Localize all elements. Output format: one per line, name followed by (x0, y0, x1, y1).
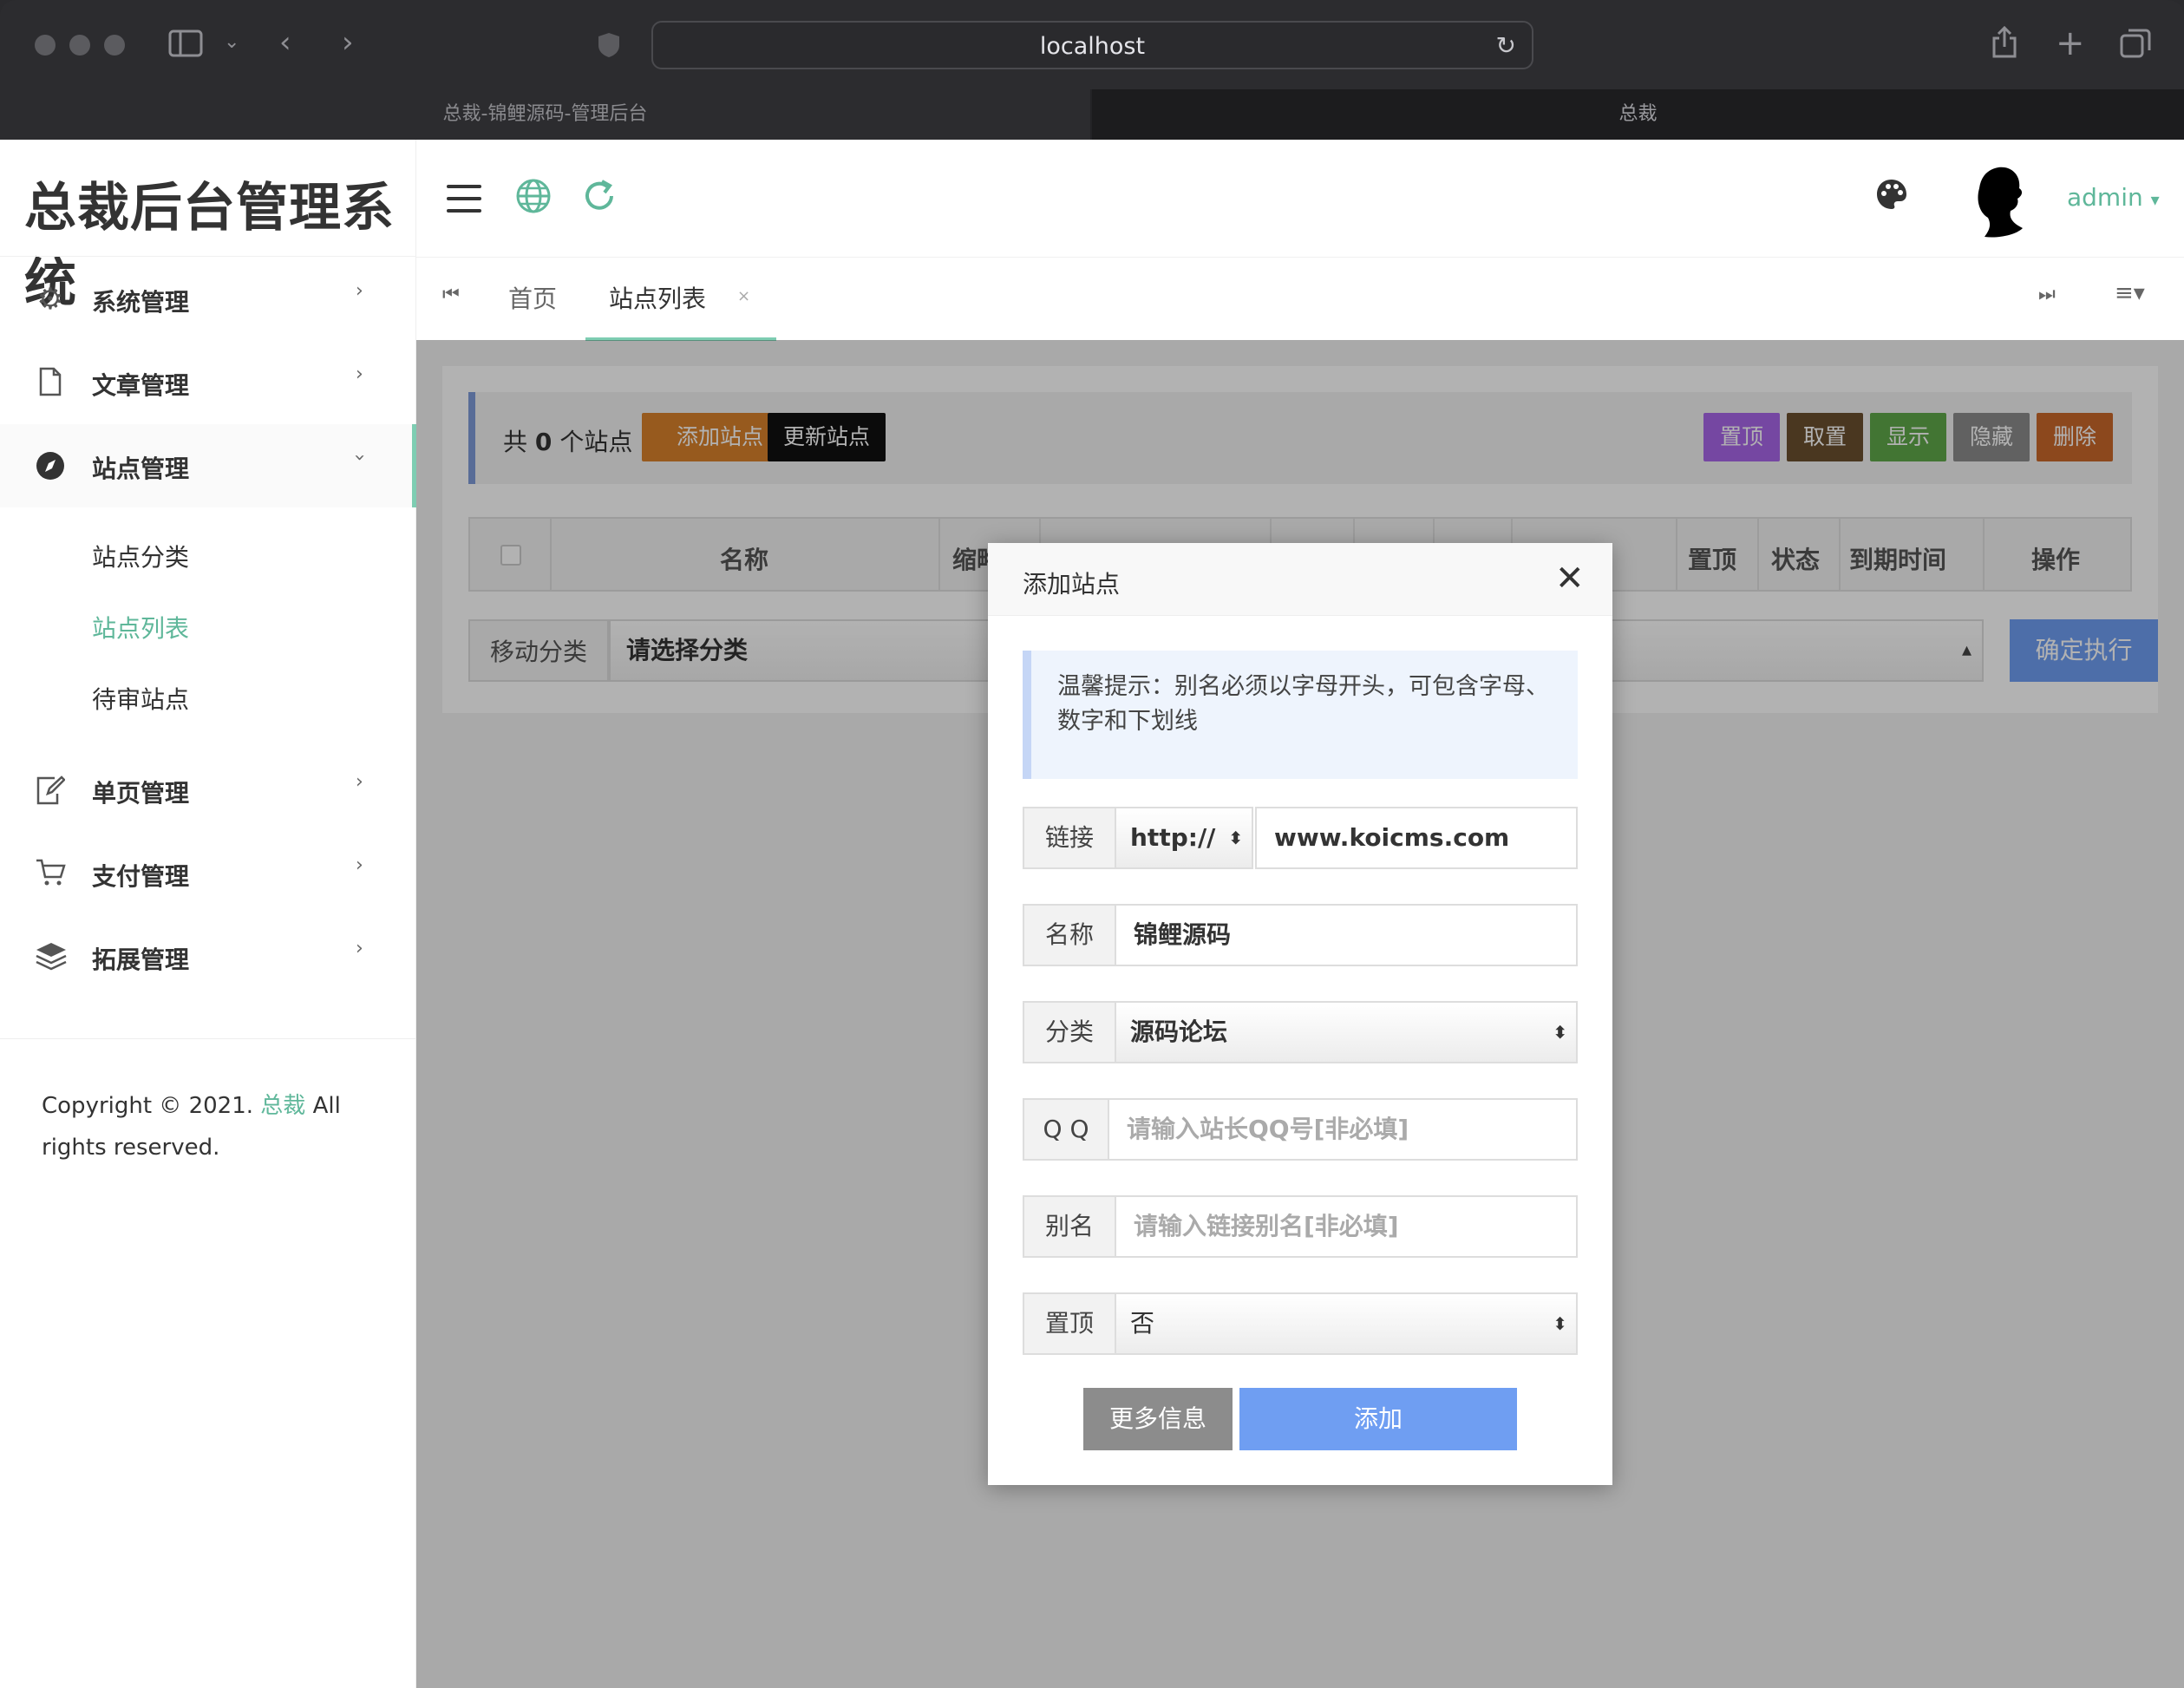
select-arrows-icon: ⬍ (1553, 1022, 1567, 1043)
tab-home[interactable]: 首页 (508, 280, 557, 315)
shield-icon[interactable] (597, 31, 621, 64)
sidebar-item-label: 单页管理 (92, 779, 190, 808)
tab-site-list[interactable]: 站点列表 (609, 280, 706, 315)
compass-icon (35, 450, 66, 481)
tip-box: 温馨提示：别名必须以字母开头，可包含字母、数字和下划线 (1023, 651, 1578, 779)
close-window-button[interactable] (35, 35, 56, 56)
more-info-button[interactable]: 更多信息 (1083, 1388, 1233, 1450)
share-icon[interactable] (1991, 25, 2017, 64)
palette-icon[interactable] (1875, 178, 1908, 217)
link-label: 链接 (1023, 807, 1116, 869)
gear-icon: ⚙ (36, 282, 64, 317)
select-arrows-icon: ⬍ (1553, 1313, 1567, 1334)
browser-tab-zongcai[interactable]: 总裁 (1092, 89, 2184, 140)
category-field: 分类 源码论坛 ⬍ (1023, 1001, 1578, 1063)
qq-input[interactable]: 请输入站长QQ号[非必填] (1108, 1098, 1578, 1161)
alias-field: 别名 请输入链接别名[非必填] (1023, 1195, 1578, 1258)
forward-icon[interactable]: › (342, 28, 354, 57)
copyright-brand-link[interactable]: 总裁 (260, 1093, 305, 1119)
link-input[interactable]: www.koicms.com (1255, 807, 1578, 869)
tab-scroll-left-icon[interactable]: ⏮ (442, 284, 460, 305)
pin-select[interactable]: 否 ⬍ (1115, 1292, 1578, 1355)
sidebar-item-label: 支付管理 (92, 862, 190, 891)
sidebar-item-payments[interactable]: 支付管理 › (0, 832, 416, 915)
layers-icon (35, 941, 67, 972)
refresh-icon[interactable] (581, 178, 618, 220)
cart-icon (35, 858, 66, 889)
protocol-select[interactable]: http:// ⬍ (1115, 807, 1253, 869)
sidebar-item-system[interactable]: ⚙ 系统管理 › (0, 258, 416, 341)
qq-label: Q Q (1023, 1098, 1109, 1161)
chevron-right-icon: › (356, 854, 363, 876)
add-site-modal: 添加站点 ✕ 温馨提示：别名必须以字母开头，可包含字母、数字和下划线 链接 ht… (988, 543, 1612, 1485)
chevron-right-icon: › (356, 771, 363, 793)
alias-label: 别名 (1023, 1195, 1116, 1258)
back-icon[interactable]: ‹ (279, 28, 291, 57)
name-field: 名称 锦鲤源码 (1023, 904, 1578, 966)
qq-field: Q Q 请输入站长QQ号[非必填] (1023, 1098, 1578, 1161)
sidebar-item-label: 文章管理 (92, 371, 190, 400)
caret-down-icon: ▾ (2150, 189, 2160, 210)
link-field: 链接 http:// ⬍ www.koicms.com (1023, 807, 1578, 869)
tab-close-icon[interactable]: × (737, 287, 750, 305)
add-button[interactable]: 添加 (1239, 1388, 1517, 1450)
user-menu[interactable]: admin ▾ (2067, 183, 2160, 212)
chevron-right-icon: › (356, 363, 363, 385)
globe-icon[interactable] (515, 178, 552, 220)
select-arrows-icon: ⬍ (1228, 828, 1243, 848)
browser-chrome: ⌄ ‹ › localhost ↻ + 总裁-锦鲤源码-管理后台 总裁 (0, 0, 2184, 140)
sidebar: 总裁后台管理系统 ⚙ 系统管理 › 文章管理 › 站点管理 › 站点分类 站点列… (0, 140, 416, 1688)
copyright: Copyright © 2021. 总裁 All rights reserved… (42, 1093, 341, 1161)
close-icon[interactable]: ✕ (1555, 559, 1585, 599)
sidebar-item-label: 系统管理 (92, 288, 190, 317)
chevron-down-icon: › (348, 454, 370, 461)
chevron-right-icon: › (356, 280, 363, 302)
document-icon (35, 367, 66, 398)
sidebar-item-label: 拓展管理 (92, 945, 190, 974)
top-header: admin ▾ (416, 140, 2184, 257)
sidebar-item-articles[interactable]: 文章管理 › (0, 341, 416, 424)
menu-toggle-icon[interactable] (447, 185, 481, 213)
pin-label: 置顶 (1023, 1292, 1116, 1355)
edit-page-icon (35, 775, 66, 806)
sidebar-item-extensions[interactable]: 拓展管理 › (0, 915, 416, 998)
sidebar-subitem-pending-sites[interactable]: 待审站点 (92, 681, 189, 716)
category-label: 分类 (1023, 1001, 1116, 1063)
browser-tabs: 总裁-锦鲤源码-管理后台 总裁 (0, 89, 2184, 140)
chevron-down-icon[interactable]: ⌄ (224, 33, 239, 52)
sidebar-item-pages[interactable]: 单页管理 › (0, 749, 416, 832)
sidebar-subitem-site-list[interactable]: 站点列表 (92, 610, 189, 644)
alias-input[interactable]: 请输入链接别名[非必填] (1115, 1195, 1578, 1258)
name-label: 名称 (1023, 904, 1116, 966)
sidebar-item-label: 站点管理 (92, 455, 190, 483)
zoom-window-button[interactable] (104, 35, 125, 56)
name-input[interactable]: 锦鲤源码 (1115, 904, 1578, 966)
chevron-right-icon: › (356, 938, 363, 959)
modal-title: 添加站点 (1023, 570, 1121, 599)
browser-toolbar: ⌄ ‹ › localhost ↻ + (0, 0, 2184, 89)
reload-icon[interactable]: ↻ (1496, 31, 1516, 60)
tab-scroll-right-icon[interactable]: ⏭ (2038, 284, 2056, 305)
url-text: localhost (1039, 33, 1146, 60)
tab-overview-icon[interactable] (2120, 28, 2151, 64)
sidebar-item-sites[interactable]: 站点管理 › (0, 424, 416, 507)
browser-tab-admin[interactable]: 总裁-锦鲤源码-管理后台 (0, 89, 1090, 140)
new-tab-icon[interactable]: + (2056, 26, 2085, 61)
minimize-window-button[interactable] (69, 35, 90, 56)
tab-options-icon[interactable]: ≡▾ (2115, 280, 2145, 306)
page-tab-bar: ⏮ 首页 站点列表 × ⏭ ≡▾ (416, 257, 2184, 341)
sidebar-toggle-icon[interactable] (168, 29, 203, 62)
sidebar-subitem-site-category[interactable]: 站点分类 (92, 539, 189, 573)
address-bar[interactable]: localhost ↻ (651, 21, 1533, 69)
category-select[interactable]: 源码论坛 ⬍ (1115, 1001, 1578, 1063)
modal-header: 添加站点 ✕ (988, 543, 1612, 616)
pin-field: 置顶 否 ⬍ (1023, 1292, 1578, 1355)
avatar[interactable] (1967, 164, 2037, 242)
